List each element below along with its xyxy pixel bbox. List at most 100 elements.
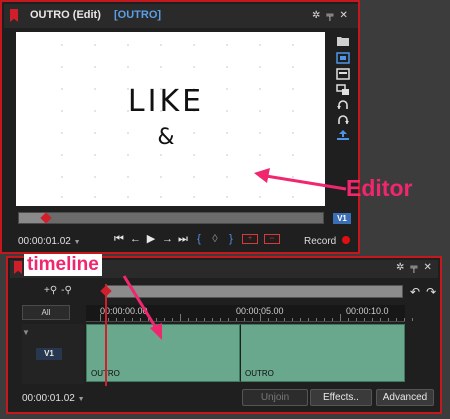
ruler-tick [324,318,325,321]
editor-timecode[interactable]: 00:00:01.02 ▼ [18,236,81,247]
zoom-out-icon[interactable]: -⚲ [61,285,72,296]
clip[interactable]: OUTRO [86,324,240,382]
clip[interactable]: OUTRO [240,324,405,382]
ruler-tick [372,318,373,321]
ruler-tick [116,318,117,321]
timeline-timecode[interactable]: 00:00:01.02 ▼ [22,393,85,404]
timeline-timecode-value: 00:00:01.02 [22,393,75,404]
grid-dot [292,44,294,46]
ruler-tick [260,314,261,321]
chevron-down-icon[interactable]: ▼ [22,328,30,337]
video-preview[interactable]: LIKE & [16,32,325,206]
timeline-window-controls: ✲ ╤ ✕ [396,262,432,273]
grid-dot [61,66,63,68]
pin-icon[interactable]: ╤ [326,10,333,21]
ruler-tick [276,318,277,321]
grid-dot [160,196,162,198]
editor-timecode-value: 00:00:01.02 [18,236,71,247]
mark-icon[interactable]: ◊ [210,233,220,245]
grid-dot [193,196,195,198]
undo-icon[interactable]: ↶ [410,285,420,299]
ruler-tick [364,318,365,321]
ruler-tick [164,318,165,321]
all-tracks-button[interactable]: All [22,305,70,320]
time-ruler[interactable]: 00:00:00.00 00:00:05.00 00:00:10.0 [86,305,413,322]
ruler-tick [396,318,397,321]
step-back-icon[interactable]: ← [130,233,141,245]
grid-dot [193,66,195,68]
pin-icon[interactable]: ╤ [410,262,417,273]
skip-start-icon[interactable]: ⏮ [114,233,124,245]
ruler-tick [252,318,253,321]
grid-dot [193,176,195,178]
unjoin-button[interactable]: Unjoin [242,389,308,406]
ruler-tick [100,314,101,321]
close-icon[interactable]: ✕ [423,262,431,273]
grid-dot [127,44,129,46]
safe-area-icon[interactable] [336,52,350,64]
close-icon[interactable]: ✕ [339,10,347,21]
timeline-scroll-track[interactable] [106,285,403,298]
rotate-right-icon[interactable] [336,114,350,126]
ruler-tick [172,318,173,321]
grid-dot [259,176,261,178]
fit-icon[interactable] [336,68,350,80]
ruler-tick [180,314,181,321]
record-label[interactable]: Record [304,236,336,247]
grid-dot [292,176,294,178]
rotate-left-icon[interactable] [336,99,350,111]
ruler-tick [156,318,157,321]
mark-in-icon[interactable]: { [194,233,204,245]
preview-text-line2: & [157,125,175,150]
grid-dot [160,44,162,46]
editor-window-controls: ✲ ╤ ✕ [312,10,348,21]
playhead[interactable] [105,284,107,386]
history-controls: ↶ ↷ [410,285,436,299]
ruler-tick [404,318,405,321]
grid-dot [61,176,63,178]
advanced-button[interactable]: Advanced [376,389,434,406]
mark-out-icon[interactable]: } [226,233,236,245]
play-icon[interactable]: ▶ [146,233,156,245]
crop-icon[interactable] [336,84,350,96]
ruler-tick [148,318,149,321]
grid-dot [61,154,63,156]
record-icon[interactable] [342,236,350,244]
preview-scrubber[interactable] [18,212,324,224]
folder-icon[interactable] [336,35,350,47]
transport-controls: ⏮ ← ▶ → ⏭ { ◊ } + ⇔ [114,233,280,245]
chevron-down-icon[interactable]: ▼ [78,396,85,403]
settings-icon[interactable]: ✲ [396,262,404,273]
skip-end-icon[interactable]: ⏭ [178,233,188,245]
clip-label: OUTRO [245,369,274,378]
zoom-in-icon[interactable]: +⚲ [44,285,57,296]
ruler-tick [204,318,205,321]
grid-dot [259,66,261,68]
ruler-tick [412,318,413,321]
ruler-tick [268,318,269,321]
export-icon[interactable] [336,129,350,141]
track-badge: V1 [333,213,351,224]
effects-button[interactable]: Effects.. [310,389,372,406]
ruler-tick [108,318,109,321]
ruler-tick [228,318,229,321]
track-label: V1 [36,348,62,360]
grid-dot [259,44,261,46]
zoom-controls: +⚲ -⚲ [44,285,72,296]
insert-icon[interactable]: + [242,234,258,244]
redo-icon[interactable]: ↷ [426,285,436,299]
editor-callout: Editor [346,175,413,201]
timeline-panel: ✲ ╤ ✕ +⚲ -⚲ ↶ ↷ All 00:00:00.00 00:00:05… [6,256,442,414]
grid-dot [259,154,261,156]
preview-text-line1: LIKE [127,84,205,119]
grid-dot [292,154,294,156]
ruler-tick [348,318,349,321]
ruler-tick [132,318,133,321]
chevron-down-icon[interactable]: ▼ [74,239,81,246]
settings-icon[interactable]: ✲ [312,10,320,21]
ruler-tick [212,318,213,321]
overwrite-icon[interactable]: ⇔ [264,234,280,244]
ruler-tick [308,318,309,321]
step-forward-icon[interactable]: → [162,233,173,245]
grid-dot [160,154,162,156]
